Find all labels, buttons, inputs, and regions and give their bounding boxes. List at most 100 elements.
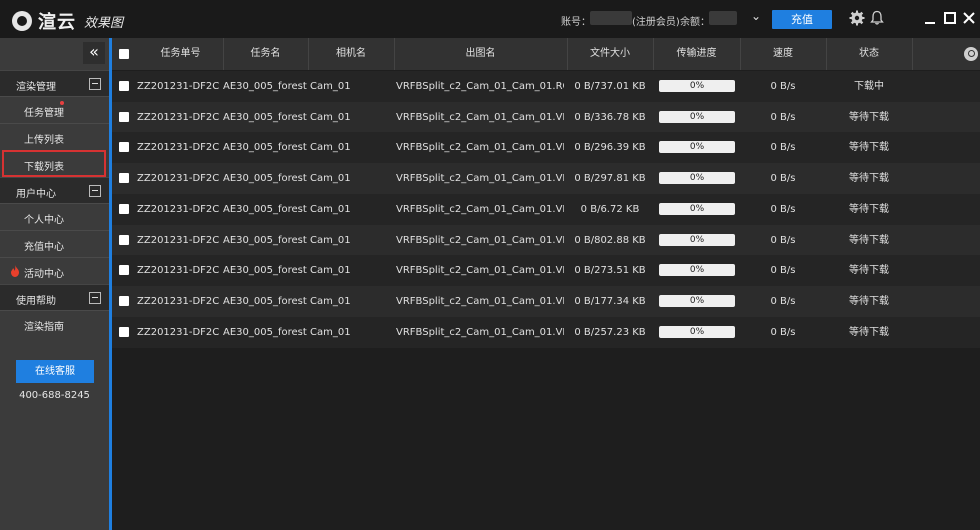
progress-bar: 0%: [659, 172, 735, 185]
progress-bar: 0%: [659, 110, 735, 123]
sidebar-item-task-management[interactable]: 任务管理: [0, 96, 109, 123]
cell-id: ZZ201231-DF2C: [137, 265, 220, 277]
sidebar-item-activity-center[interactable]: 活动中心: [0, 257, 109, 284]
maximize-icon[interactable]: [943, 11, 957, 25]
cell-id: ZZ201231-DF2C: [137, 326, 220, 338]
table-row[interactable]: ZZ201231-DF2C AE30_005_forest... Cam_01 VRF…: [112, 224, 980, 256]
gear-icon[interactable]: [849, 10, 865, 26]
cell-task: AE30_005_forest...: [223, 203, 307, 215]
cell-speed: 0 B/s: [770, 203, 796, 215]
row-checkbox[interactable]: [119, 81, 129, 91]
member-label: (注册会员): [632, 17, 680, 28]
chevron-down-icon[interactable]: ⌄: [751, 9, 761, 23]
cell-status: 等待下载: [849, 234, 889, 246]
cell-id: ZZ201231-DF2C: [137, 173, 220, 185]
column-header[interactable]: 任务名: [223, 38, 309, 70]
cell-camera: Cam_01: [310, 142, 351, 154]
cell-camera: Cam_01: [310, 81, 351, 92]
table-row[interactable]: ZZ201231-DF2C AE30_005_forest... Cam_01 VRF…: [112, 163, 980, 195]
column-header[interactable]: 状态: [826, 38, 913, 70]
sidebar-group-label: 渲染管理: [16, 82, 56, 93]
support-phone: 400-688-8245: [19, 390, 90, 401]
account-redacted: [590, 11, 632, 25]
collapse-sidebar-icon[interactable]: «: [83, 42, 105, 64]
table-row[interactable]: ZZ201231-DF2C AE30_005_forest... Cam_01 VRF…: [112, 316, 980, 348]
column-header[interactable]: 相机名: [308, 38, 395, 70]
cell-output: VRFBSplit_c2_Cam_01_Cam_01.RGB_...: [396, 81, 564, 92]
cell-camera: Cam_01: [310, 265, 351, 277]
row-checkbox[interactable]: [119, 326, 129, 337]
account-label: 账号：: [561, 17, 591, 28]
search-icon[interactable]: [964, 47, 978, 61]
column-header[interactable]: 速度: [740, 38, 827, 70]
cell-camera: Cam_01: [310, 295, 351, 307]
cell-speed: 0 B/s: [770, 326, 796, 338]
bell-icon[interactable]: [869, 10, 885, 26]
cell-output: VRFBSplit_c2_Cam_01_Cam_01.VRay...: [396, 203, 564, 215]
sidebar-item-label: 任务管理: [24, 108, 64, 119]
table-row[interactable]: ZZ201231-DF2C AE30_005_forest... Cam_01 VRF…: [112, 255, 980, 287]
row-checkbox[interactable]: [119, 295, 129, 306]
sidebar-item-render-guide[interactable]: 渲染指南: [0, 310, 109, 337]
column-header[interactable]: 文件大小: [567, 38, 654, 70]
row-checkbox[interactable]: [119, 111, 129, 122]
row-checkbox[interactable]: [119, 203, 129, 214]
row-checkbox[interactable]: [119, 265, 129, 276]
online-support-button[interactable]: 在线客服: [16, 360, 94, 383]
sidebar-group-render[interactable]: 渲染管理: [0, 70, 109, 97]
cell-size: 0 B/257.23 KB: [574, 326, 646, 338]
cell-size: 0 B/802.88 KB: [574, 234, 646, 246]
table-row[interactable]: ZZ201231-DF2C AE30_005_forest... Cam_01 VRF…: [112, 101, 980, 133]
collapse-group-icon[interactable]: [89, 78, 101, 90]
cell-status: 等待下载: [849, 173, 889, 185]
sidebar-group-user[interactable]: 用户中心: [0, 177, 109, 204]
cell-status: 等待下载: [849, 203, 889, 215]
progress-bar: 0%: [659, 264, 735, 277]
cell-output: VRFBSplit_c2_Cam_01_Cam_01.VRay...: [396, 265, 564, 277]
row-checkbox[interactable]: [119, 173, 129, 184]
cell-task: AE30_005_forest...: [223, 326, 307, 338]
sidebar-group-label: 用户中心: [16, 189, 56, 200]
cell-task: AE30_005_forest...: [223, 295, 307, 307]
cell-size: 0 B/297.81 KB: [574, 173, 646, 185]
sidebar-group-help[interactable]: 使用帮助: [0, 284, 109, 311]
sidebar-item-download-list[interactable]: 下载列表: [2, 150, 106, 177]
recharge-button[interactable]: 充值: [772, 10, 832, 29]
cell-output: VRFBSplit_c2_Cam_01_Cam_01.VRay...: [396, 234, 564, 246]
cell-status: 等待下载: [849, 142, 889, 154]
row-checkbox[interactable]: [119, 234, 129, 245]
sidebar-item-personal-center[interactable]: 个人中心: [0, 203, 109, 230]
column-header[interactable]: 传输进度: [653, 38, 741, 70]
row-checkbox[interactable]: [119, 142, 129, 153]
sidebar-item-upload-list[interactable]: 上传列表: [0, 123, 109, 150]
table-row[interactable]: ZZ201231-DF2C AE30_005_forest... Cam_01 VRF…: [112, 193, 980, 225]
cell-id: ZZ201231-DF2C: [137, 234, 220, 246]
cell-task: AE30_005_forest...: [223, 111, 307, 123]
cell-speed: 0 B/s: [770, 295, 796, 307]
table-row[interactable]: ZZ201231-DF2C AE30_005_forest... Cam_01 VRF…: [112, 285, 980, 317]
collapse-group-icon[interactable]: [89, 292, 101, 304]
close-icon[interactable]: [962, 11, 976, 25]
sidebar-item-recharge-center[interactable]: 充值中心: [0, 230, 109, 257]
cell-status: 等待下载: [849, 265, 889, 277]
column-header[interactable]: 出图名: [394, 38, 568, 70]
cell-speed: 0 B/s: [770, 173, 796, 185]
minimize-icon[interactable]: [923, 11, 937, 25]
cell-output: VRFBSplit_c2_Cam_01_Cam_01.VRay...: [396, 173, 564, 185]
collapse-group-icon[interactable]: [89, 185, 101, 197]
column-header[interactable]: 任务单号: [138, 38, 224, 70]
notification-dot: [60, 101, 64, 105]
cell-size: 0 B/273.51 KB: [574, 265, 646, 277]
table-row[interactable]: ZZ201231-DF2C AE30_005_forest... Cam_01 VRF…: [112, 132, 980, 164]
cell-speed: 0 B/s: [770, 265, 796, 277]
progress-bar: 0%: [659, 202, 735, 215]
progress-bar: 0%: [659, 294, 735, 307]
cell-camera: Cam_01: [310, 173, 351, 185]
app-name: 渲云: [38, 12, 76, 33]
table-row[interactable]: ZZ201231-DF2C AE30_005_forest... Cam_01 VRF…: [112, 71, 980, 102]
cell-status: 等待下载: [849, 326, 889, 338]
cell-status: 等待下载: [849, 295, 889, 307]
flame-icon: [11, 265, 19, 277]
cell-camera: Cam_01: [310, 111, 351, 123]
select-all-checkbox[interactable]: [119, 49, 129, 59]
